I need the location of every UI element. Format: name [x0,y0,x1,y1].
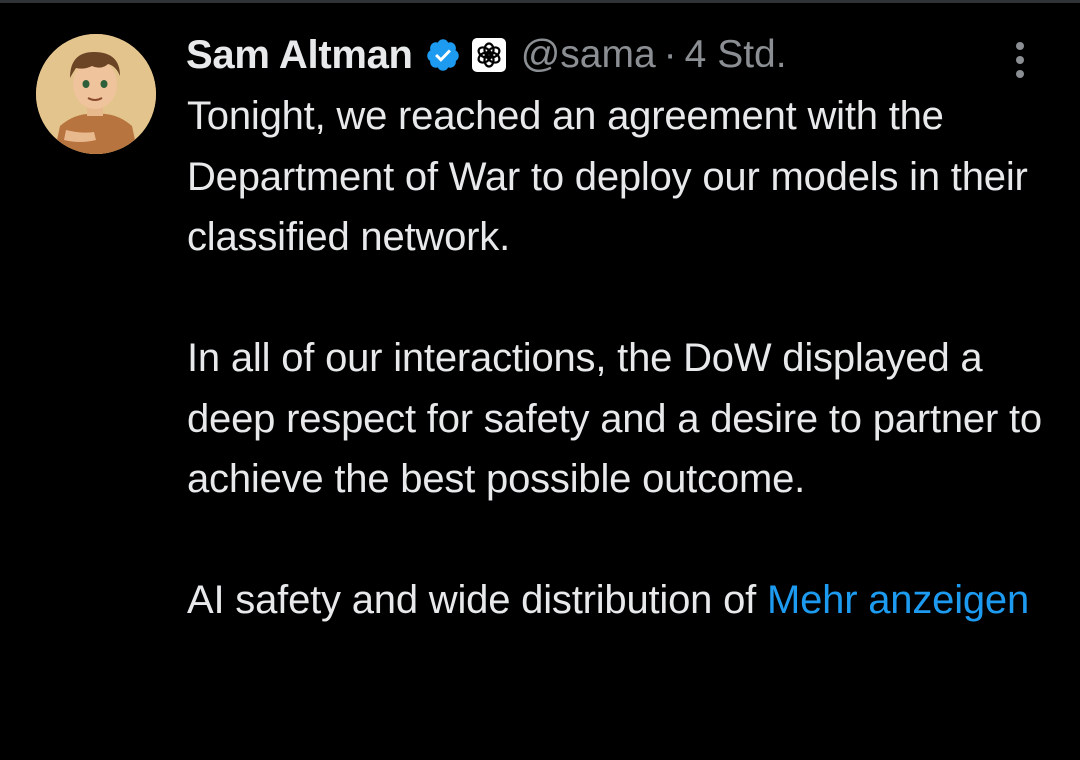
avatar-illustration-icon [36,34,156,154]
tweet-paragraph-truncated: AI safety and wide distribution of Mehr … [187,570,1067,631]
tweet-timestamp[interactable]: 4 Std. [685,33,787,77]
tweet-text: Tonight, we reached an agreement with th… [187,86,1067,631]
author-name[interactable]: Sam Altman [186,33,413,78]
separator-dot: · [663,33,677,76]
author-handle[interactable]: @sama [521,33,656,77]
tweet[interactable]: Sam Altman @sama · 4 Std. Tonight, we re… [0,0,1080,760]
tweet-paragraph: Tonight, we reached an agreement with th… [187,94,1028,259]
tweet-header: Sam Altman @sama · 4 Std. [186,30,787,80]
avatar[interactable] [36,34,156,154]
more-vertical-icon[interactable] [1006,38,1034,82]
show-more-link[interactable]: Mehr anzeigen [767,578,1029,622]
truncated-text: AI safety and wide distribution of [187,578,757,622]
verified-badge-icon[interactable] [425,37,461,73]
openai-logo-icon[interactable] [471,37,507,73]
tweet-paragraph: In all of our interactions, the DoW disp… [187,336,1042,501]
